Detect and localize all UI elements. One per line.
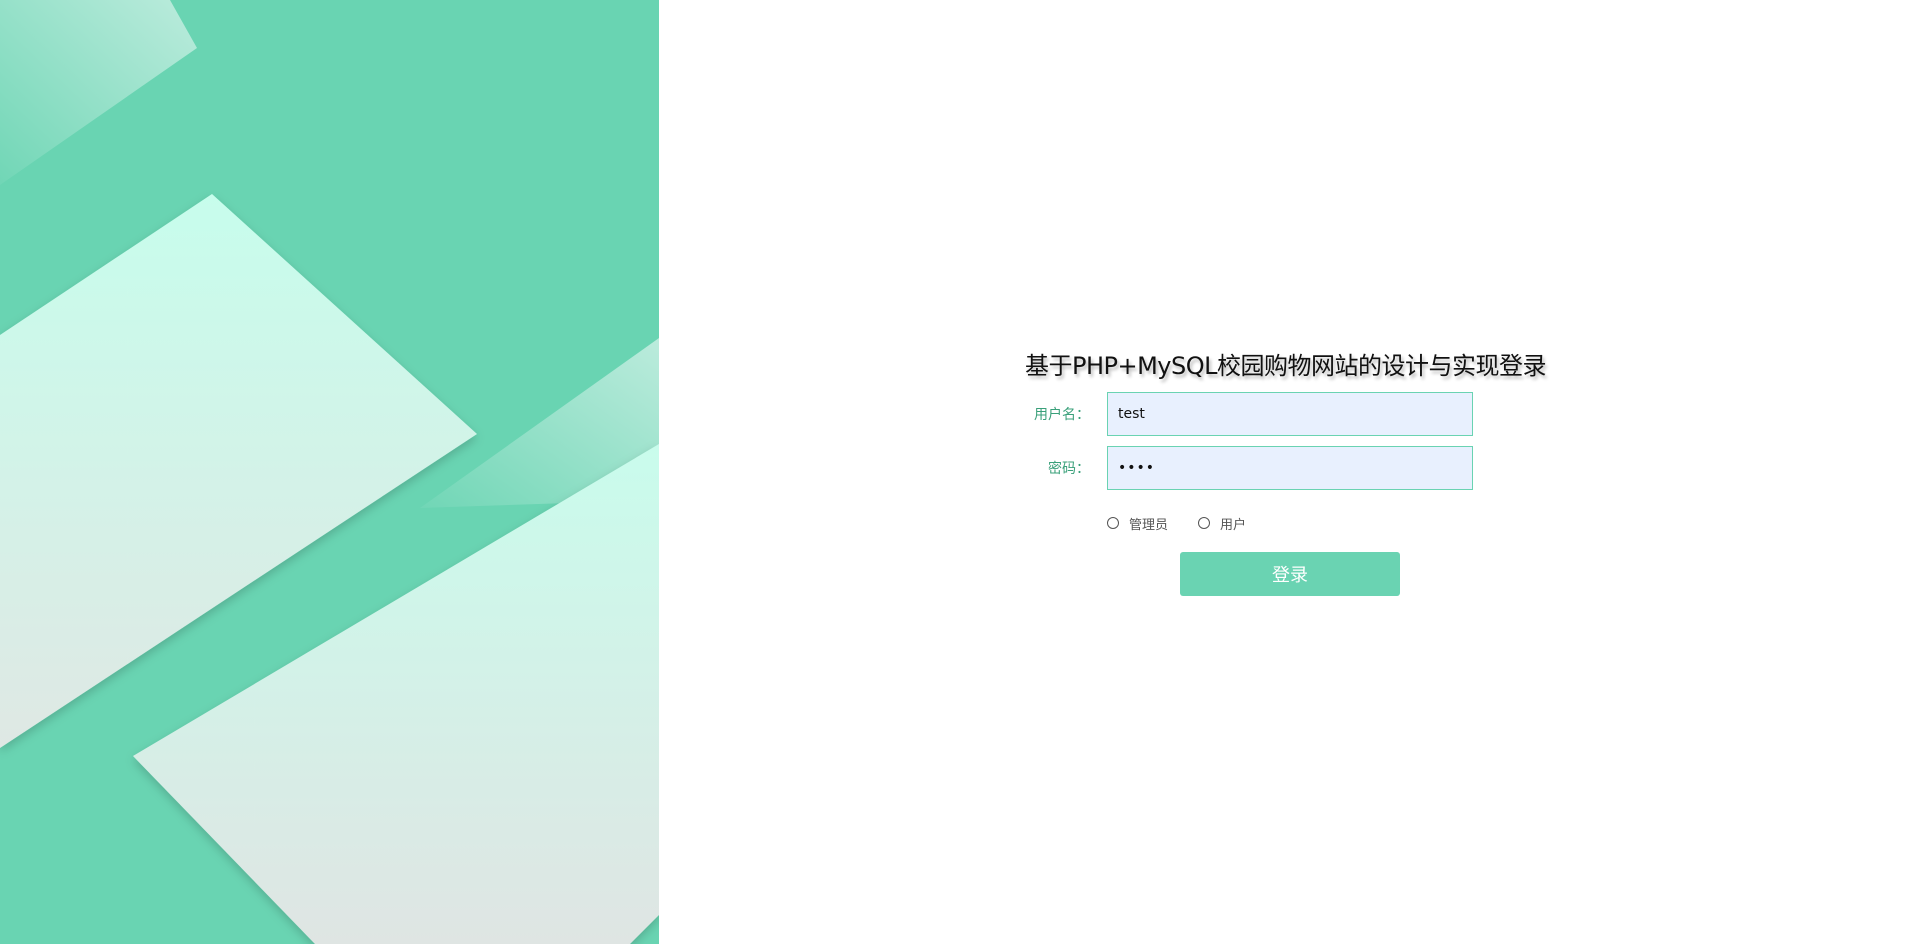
role-radio-group: 管理员 用户 [1107, 512, 1276, 534]
password-input[interactable] [1107, 446, 1473, 490]
role-admin-label: 管理员 [1129, 517, 1169, 533]
role-option-admin[interactable]: 管理员 [1107, 514, 1168, 533]
decorative-shapes [0, 0, 659, 944]
username-label: 用户名： [1034, 407, 1090, 423]
radio-button-icon[interactable] [1107, 517, 1119, 529]
radio-button-icon[interactable] [1198, 517, 1211, 529]
login-page: 基于PHP+MySQL校园购物网站的设计与实现登录 用户名： 密码： 管理员 用… [0, 0, 1920, 944]
decorative-background-panel [0, 0, 659, 944]
page-title: 基于PHP+MySQL校园购物网站的设计与实现登录 [1025, 352, 1547, 380]
username-input[interactable] [1107, 392, 1473, 436]
login-form: 基于PHP+MySQL校园购物网站的设计与实现登录 用户名： 密码： 管理员 用… [659, 0, 1920, 944]
password-label: 密码： [1048, 461, 1090, 477]
login-button[interactable]: 登录 [1180, 552, 1400, 596]
role-user-label: 用户 [1220, 517, 1247, 533]
login-panel: 基于PHP+MySQL校园购物网站的设计与实现登录 用户名： 密码： 管理员 用… [659, 0, 1920, 944]
role-option-user[interactable]: 用户 [1198, 514, 1246, 533]
